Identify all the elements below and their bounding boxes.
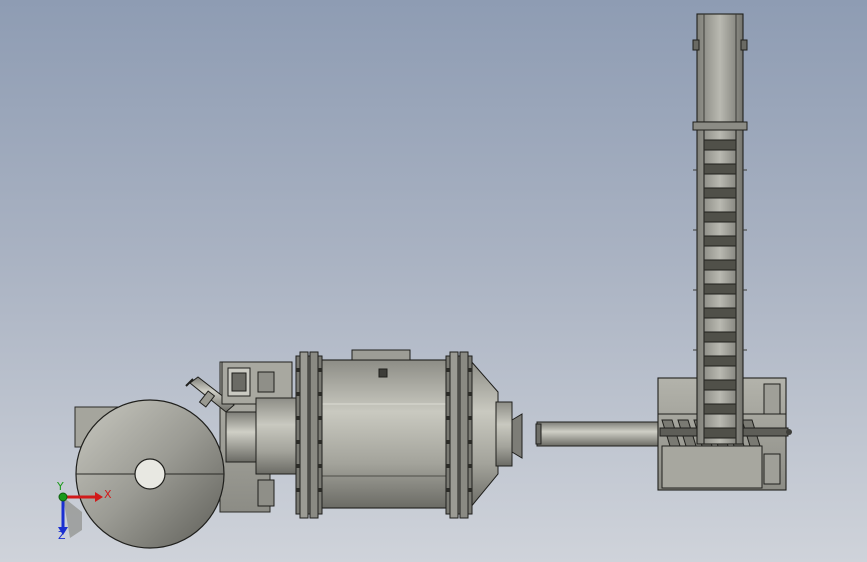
- elevator-casing-flange: [692, 121, 748, 131]
- housing-side-panel-top: [763, 383, 781, 415]
- drum-tyre-ring-left: [295, 351, 323, 519]
- conveyor-end-cap: [535, 423, 542, 445]
- lower-gear-unit: [257, 479, 275, 507]
- axis-y-label: Y: [57, 480, 64, 493]
- drum-discharge-cone: [469, 358, 499, 510]
- elevator-head-flange-l: [692, 39, 700, 51]
- rotary-drum-dryer[interactable]: [295, 349, 523, 519]
- cad-model-scene[interactable]: [0, 0, 867, 562]
- drum-inspection-port: [378, 368, 388, 378]
- drum-top-hatch: [351, 349, 411, 361]
- auger-shaft-end: [786, 429, 792, 435]
- elevator-head-flange-r: [740, 39, 748, 51]
- screw-conveyor[interactable]: [535, 377, 792, 491]
- cad-graphics-viewport[interactable]: X Y Z: [0, 0, 867, 562]
- housing-side-panel-bottom: [763, 453, 781, 485]
- conveyor-tube: [536, 421, 662, 447]
- cone-outlet: [134, 458, 166, 490]
- drum-outlet-neck: [495, 401, 513, 467]
- drum-outlet-cap: [511, 413, 523, 459]
- motor-box-inner: [231, 372, 247, 392]
- trunnion-housing: [255, 397, 299, 475]
- drive-shaft: [225, 411, 261, 463]
- bucket-elevator[interactable]: [692, 13, 748, 445]
- drum-shell: [317, 359, 449, 509]
- conveyor-housing-lower: [661, 445, 763, 489]
- triad-y-axis: [58, 492, 68, 502]
- drum-tyre-ring-right: [445, 351, 473, 519]
- gear-unit: [257, 371, 275, 393]
- axis-x-label: X: [104, 488, 112, 501]
- axis-z-label: Z: [58, 529, 66, 542]
